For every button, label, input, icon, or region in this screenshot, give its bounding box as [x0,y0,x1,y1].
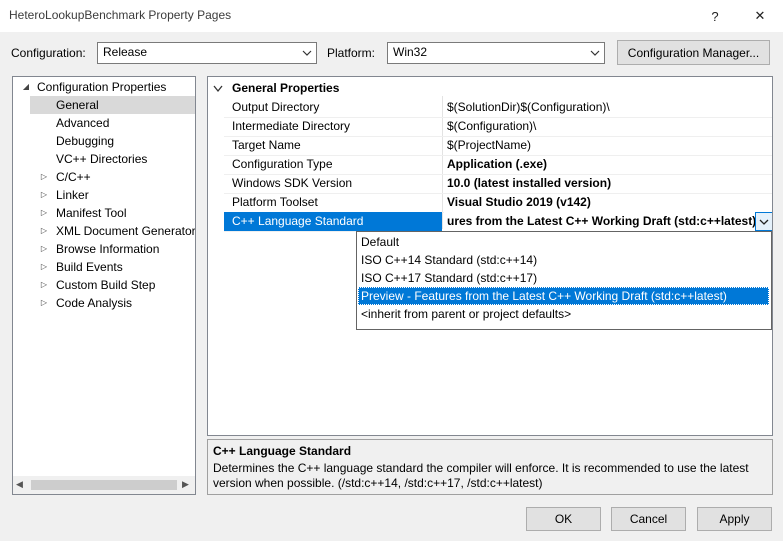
expand-triangle-icon[interactable]: ▷ [39,204,49,222]
dropdown-option[interactable]: ISO C++17 Standard (std:c++17) [358,269,769,287]
property-value: $(SolutionDir)$(Configuration)\ [447,100,610,114]
description-title: C++ Language Standard [213,444,352,458]
property-row[interactable]: Intermediate Directory $(Configuration)\ [208,117,772,136]
tree-root[interactable]: ◢ Configuration Properties [13,78,195,96]
tree-item[interactable]: Debugging [13,132,195,150]
property-name: Windows SDK Version [232,176,353,190]
property-value: Application (.exe) [447,157,548,171]
chevron-down-icon[interactable] [755,212,772,231]
tree-panel: ◢ Configuration Properties General Advanc… [12,76,196,495]
window-title: HeteroLookupBenchmark Property Pages [9,8,232,22]
expand-triangle-icon[interactable]: ▷ [39,240,49,258]
tree-item[interactable]: Advanced [13,114,195,132]
tree-item[interactable]: ▷ XML Document Generator [13,222,195,240]
expand-triangle-icon[interactable]: ▷ [39,294,49,312]
expand-triangle-icon[interactable]: ▷ [39,168,49,186]
tree-item[interactable]: General [30,96,195,114]
expand-triangle-icon[interactable]: ▷ [39,258,49,276]
property-value: 10.0 (latest installed version) [447,176,612,190]
property-name: Intermediate Directory [232,119,351,133]
scroll-left-icon[interactable]: ◀ [16,479,23,490]
category-general-properties[interactable]: General Properties [208,79,772,98]
close-icon: ✕ [754,8,766,23]
property-value: $(Configuration)\ [447,119,537,133]
tree-item-label: General [56,98,99,112]
property-name: Platform Toolset [232,195,318,209]
category-title: General Properties [232,81,340,95]
property-row[interactable]: C++ Language Standard ures from the Lates… [208,212,772,231]
tree-item-label: Manifest Tool [56,206,127,220]
scrollbar-thumb[interactable] [31,480,177,490]
cancel-button[interactable]: Cancel [611,507,686,531]
description-panel: C++ Language Standard Determines the C++… [207,439,773,495]
property-value: ures from the Latest C++ Working Draft (… [447,214,757,228]
tree-item-label: Linker [56,188,89,202]
configuration-combo[interactable]: Release [97,42,317,64]
scroll-right-icon[interactable]: ▶ [182,479,189,490]
tree-item[interactable]: ▷ Custom Build Step [13,276,195,294]
expand-triangle-icon[interactable]: ▷ [39,222,49,240]
configuration-label: Configuration: [11,46,86,60]
dropdown-option[interactable]: Preview - Features from the Latest C++ W… [358,287,769,305]
expand-triangle-icon[interactable]: ▷ [39,186,49,204]
property-name: Output Directory [232,100,320,114]
tree-item-label: Advanced [56,116,110,130]
ok-button[interactable]: OK [526,507,601,531]
language-standard-dropdown-list: Default ISO C++14 Standard (std:c++14) ISO… [356,231,772,330]
property-name: Target Name [232,138,301,152]
dropdown-option[interactable]: Default [358,233,769,251]
help-button[interactable]: ? [692,0,738,32]
tree-root-label: Configuration Properties [37,80,167,94]
platform-combo[interactable]: Win32 [387,42,605,64]
expand-triangle-icon[interactable]: ▷ [39,276,49,294]
tree-item[interactable]: ▷ Code Analysis [13,294,195,312]
tree-horizontal-scrollbar[interactable]: ◀ ▶ [13,476,195,494]
language-standard-combo[interactable]: ures from the Latest C++ Working Draft (… [444,212,772,231]
property-row[interactable]: Target Name $(ProjectName) [208,136,772,155]
tree-item-label: Custom Build Step [56,278,156,292]
platform-value: Win32 [393,45,428,59]
property-name: Configuration Type [232,157,333,171]
property-row[interactable]: Platform Toolset Visual Studio 2019 (v142… [208,193,772,212]
tree-item[interactable]: ▷ Build Events [13,258,195,276]
property-value: $(ProjectName) [447,138,532,152]
tree-item-label: C/C++ [56,170,91,184]
configuration-manager-button[interactable]: Configuration Manager... [617,40,770,65]
collapse-chevron-icon[interactable] [213,79,223,100]
property-row[interactable]: Windows SDK Version 10.0 (latest installe… [208,174,772,193]
property-row[interactable]: Output Directory $(SolutionDir)$(Configur… [208,98,772,117]
chevron-down-icon [586,43,604,63]
platform-label: Platform: [327,46,376,60]
configuration-value: Release [103,45,148,59]
dropdown-option[interactable]: ISO C++14 Standard (std:c++14) [358,251,769,269]
tree-item-label: Debugging [56,134,115,148]
tree-item-label: XML Document Generator [56,224,196,238]
dropdown-option[interactable]: <inherit from parent or project defaults… [358,305,769,323]
tree-item-label: VC++ Directories [56,152,148,166]
tree-item-label: Browse Information [56,242,160,256]
tree-item[interactable]: ▷ Browse Information [13,240,195,258]
tree-item[interactable]: ▷ Manifest Tool [13,204,195,222]
help-icon: ? [711,8,719,24]
tree-item[interactable]: ▷ C/C++ [13,168,195,186]
property-row[interactable]: Configuration Type Application (.exe) [208,155,772,174]
tree-item[interactable]: VC++ Directories [13,150,195,168]
close-button[interactable]: ✕ [737,0,783,32]
description-text: Determines the C++ language standard the… [213,461,749,490]
chevron-down-icon [298,43,316,63]
property-name: C++ Language Standard [232,214,364,228]
expanded-triangle-icon[interactable]: ◢ [21,78,31,96]
tree-item-label: Code Analysis [56,296,133,310]
apply-button[interactable]: Apply [697,507,772,531]
tree-item-label: Build Events [56,260,123,274]
tree-item[interactable]: ▷ Linker [13,186,195,204]
property-value: Visual Studio 2019 (v142) [447,195,591,209]
